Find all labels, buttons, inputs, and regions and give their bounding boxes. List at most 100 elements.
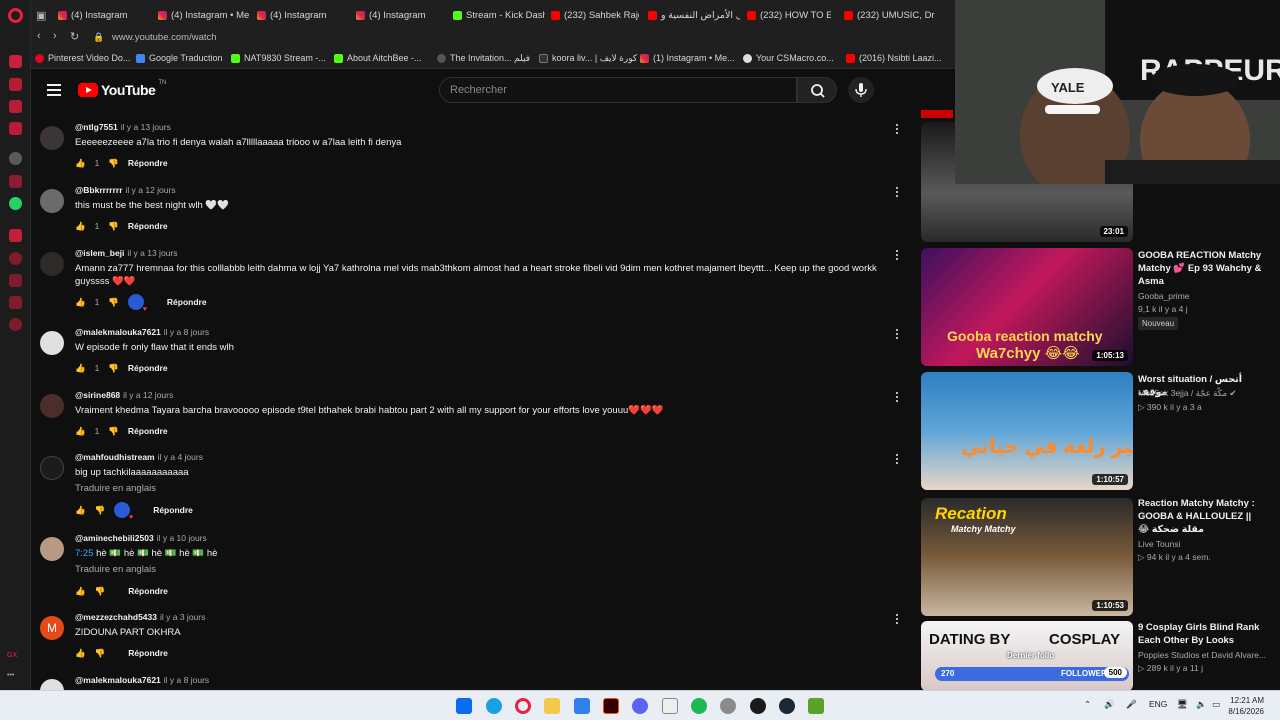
- network-icon[interactable]: 🖥: [1177, 699, 1188, 710]
- bookmark[interactable]: koora liv... | كورة لايف: [539, 53, 637, 64]
- thumbs-up-icon[interactable]: 👍: [75, 363, 86, 374]
- comment-time[interactable]: il y a 13 jours: [127, 248, 177, 258]
- sidebar-download-icon[interactable]: [9, 274, 22, 287]
- channel-name[interactable]: Poppies Studios et David Alvare...: [1138, 650, 1266, 660]
- language-indicator[interactable]: ENG: [1149, 699, 1167, 709]
- video-title[interactable]: GOOBA REACTION Matchy Matchy 💕 Ep 93 Wah…: [1138, 249, 1264, 288]
- video-thumbnail[interactable]: Gooba reaction matchy Wa7chyy 😂😂 1:05:13: [921, 248, 1133, 366]
- comment-author[interactable]: @mezzezchahd5433: [75, 612, 157, 622]
- reply-button[interactable]: Répondre: [128, 648, 168, 658]
- comment-time[interactable]: il y a 12 jours: [123, 390, 173, 400]
- discord-icon[interactable]: [632, 698, 648, 714]
- comment-author[interactable]: @islem_beji: [75, 248, 124, 258]
- obs-icon[interactable]: [750, 698, 766, 714]
- sidebar-history-icon[interactable]: [9, 55, 22, 68]
- thumbs-down-icon[interactable]: 👎: [95, 586, 106, 597]
- reply-button[interactable]: Répondre: [128, 426, 168, 436]
- search-button[interactable]: [797, 77, 837, 103]
- thumbs-up-icon[interactable]: 👍: [75, 158, 86, 169]
- comment-author[interactable]: @sirine868: [75, 390, 120, 400]
- spotify-icon[interactable]: [691, 698, 707, 714]
- reply-button[interactable]: Répondre: [128, 586, 168, 596]
- more-options-icon[interactable]: [895, 392, 899, 404]
- edge-icon[interactable]: [486, 698, 502, 714]
- video-title[interactable]: Reaction Matchy Matchy : GOOBA & HALLOUL…: [1138, 497, 1264, 536]
- opera-logo-icon[interactable]: [8, 8, 23, 23]
- thumbs-down-icon[interactable]: 👎: [95, 505, 106, 516]
- bookmark[interactable]: Your CSMacro.co...: [743, 53, 834, 63]
- tab[interactable]: (4) Instagram: [58, 8, 150, 22]
- thumbs-up-icon[interactable]: 👍: [75, 505, 86, 516]
- back-icon[interactable]: ‹: [37, 30, 41, 42]
- more-options-icon[interactable]: [895, 124, 899, 136]
- file-explorer-icon[interactable]: [544, 698, 560, 714]
- bookmark[interactable]: NAT9830 Stream -...: [231, 53, 326, 63]
- more-options-icon[interactable]: [895, 329, 899, 341]
- sound-icon[interactable]: 🔈: [1196, 699, 1207, 710]
- comment-time[interactable]: il y a 8 jours: [164, 327, 209, 337]
- comment-author[interactable]: @malekmalouka7621: [75, 675, 161, 685]
- thumbs-down-icon[interactable]: 👎: [95, 648, 106, 659]
- video-title[interactable]: 9 Cosplay Girls Blind Rank Each Other By…: [1138, 621, 1264, 647]
- reply-button[interactable]: Répondre: [153, 505, 193, 515]
- bookmark[interactable]: Google Traduction: [136, 53, 223, 63]
- more-options-icon[interactable]: [895, 187, 899, 199]
- sidebar-chatgpt-icon[interactable]: [9, 152, 22, 165]
- sidebar-instagram-icon[interactable]: [9, 229, 22, 242]
- security-icon[interactable]: [574, 698, 590, 714]
- timestamp-link[interactable]: 7:25: [75, 548, 94, 559]
- reply-button[interactable]: Répondre: [128, 158, 168, 168]
- comment-author[interactable]: @Bbkrrrrrrr: [75, 185, 123, 195]
- illustrator-icon[interactable]: [603, 698, 619, 714]
- avatar[interactable]: [40, 126, 64, 150]
- avatar[interactable]: M: [40, 616, 64, 640]
- thumbs-down-icon[interactable]: 👎: [108, 363, 119, 374]
- sidebar-messenger-icon[interactable]: [9, 100, 22, 113]
- comment-author[interactable]: @ntlg7551: [75, 122, 118, 132]
- forward-icon[interactable]: ›: [53, 30, 57, 42]
- more-options-icon[interactable]: [895, 250, 899, 262]
- thumbs-down-icon[interactable]: 👎: [108, 221, 119, 232]
- channel-name[interactable]: Gooba_prime: [1138, 291, 1190, 301]
- comment-time[interactable]: il y a 12 jours: [126, 185, 176, 195]
- more-options-icon[interactable]: [895, 454, 899, 466]
- url-field[interactable]: www.youtube.com/watch: [112, 32, 217, 43]
- reply-button[interactable]: Répondre: [128, 221, 168, 231]
- channel-name[interactable]: Live Tounsi: [1138, 539, 1180, 549]
- thumbs-up-icon[interactable]: 👍: [75, 426, 86, 437]
- avatar[interactable]: [40, 537, 64, 561]
- system-clock[interactable]: 12:21 AM 8/16/2026: [1228, 695, 1264, 717]
- bookmark[interactable]: Pinterest Video Do...: [35, 53, 130, 63]
- tab[interactable]: (232) UMUSIC, Dr: [844, 8, 936, 22]
- bookmark[interactable]: About AitchBee -...: [334, 53, 422, 63]
- translate-link[interactable]: Traduire en anglais: [75, 483, 156, 494]
- channel-name[interactable]: Mo55ek 3ejja / مكّة عجّة ✔: [1138, 388, 1236, 399]
- thumbs-up-icon[interactable]: 👍: [75, 586, 86, 597]
- bookmark[interactable]: (1) Instagram • Me...: [640, 53, 735, 63]
- thumbs-down-icon[interactable]: 👎: [108, 158, 119, 169]
- battery-icon[interactable]: ▭: [1212, 699, 1220, 710]
- voice-search-button[interactable]: [848, 77, 874, 103]
- youtube-logo[interactable]: YouTube TN: [78, 80, 166, 98]
- comment-author[interactable]: @malekmalouka7621: [75, 327, 161, 337]
- tray-chevron-icon[interactable]: ⌃: [1084, 699, 1091, 710]
- opera-gx-icon[interactable]: [515, 698, 531, 714]
- workspaces-icon[interactable]: ▣: [36, 9, 46, 22]
- tab[interactable]: كل الأمراض النفسية و: [648, 8, 740, 22]
- thumbs-up-icon[interactable]: 👍: [75, 221, 86, 232]
- reply-button[interactable]: Répondre: [128, 363, 168, 373]
- tab[interactable]: (4) Instagram: [356, 8, 448, 22]
- translate-link[interactable]: Traduire en anglais: [75, 564, 156, 575]
- thumbs-down-icon[interactable]: 👎: [108, 426, 119, 437]
- minecraft-icon[interactable]: [808, 698, 824, 714]
- tab[interactable]: Stream - Kick Dash: [453, 8, 545, 22]
- search-input[interactable]: Rechercher: [439, 77, 797, 103]
- sidebar-whatsapp-icon[interactable]: [9, 197, 22, 210]
- sidebar-extensions-icon[interactable]: [9, 296, 22, 309]
- tab[interactable]: (232) HOW TO EA: [747, 8, 831, 22]
- settings-icon[interactable]: [720, 698, 736, 714]
- sidebar-more-icon[interactable]: •••: [7, 672, 14, 679]
- sidebar-music-icon[interactable]: [9, 122, 22, 135]
- volume-tray-icon[interactable]: 🔊: [1104, 699, 1115, 710]
- comment-author[interactable]: @aminechebili2503: [75, 533, 154, 543]
